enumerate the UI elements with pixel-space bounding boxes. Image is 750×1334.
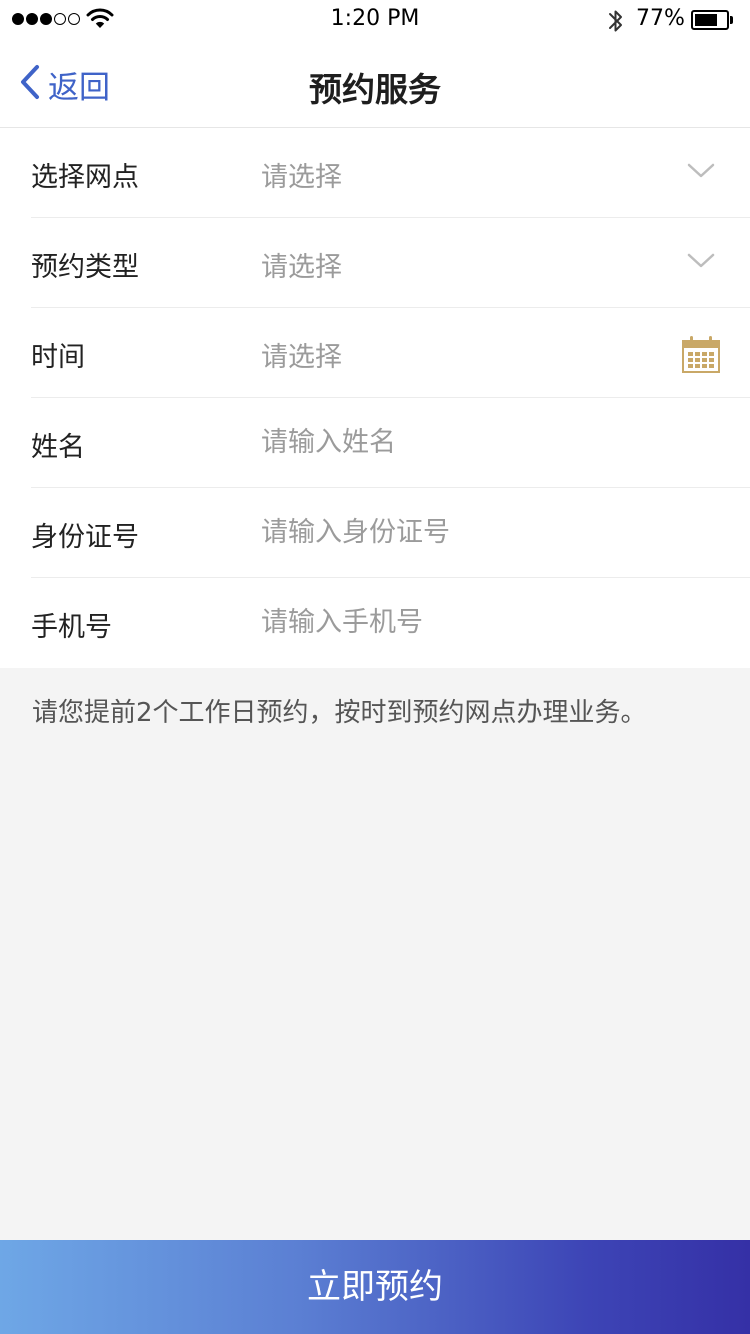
name-label: 姓名 [31, 432, 85, 463]
appointment-type-value: 请选择 [261, 252, 342, 283]
id-number-input[interactable] [261, 512, 731, 552]
phone-input[interactable] [261, 602, 731, 642]
status-bar: 1:20 PM 77% [0, 0, 750, 40]
time-select[interactable]: 时间 请选择 [31, 308, 750, 398]
name-input[interactable] [261, 422, 731, 462]
phone-label: 手机号 [31, 612, 112, 643]
id-number-label: 身份证号 [31, 522, 139, 553]
chevron-down-icon [687, 252, 715, 274]
battery-percentage: 77% [636, 6, 685, 31]
book-now-button[interactable]: 立即预约 [0, 1240, 750, 1334]
branch-select[interactable]: 选择网点 请选择 [31, 128, 750, 218]
time-value: 请选择 [261, 342, 342, 373]
appointment-type-label: 预约类型 [31, 252, 139, 283]
id-number-row: 身份证号 [31, 488, 750, 578]
page-title: 预约服务 [309, 70, 441, 109]
chevron-down-icon [687, 162, 715, 184]
phone-row: 手机号 [31, 578, 750, 668]
nav-bar: 返回 预约服务 [0, 40, 750, 128]
time-label: 时间 [31, 342, 85, 373]
name-row: 姓名 [31, 398, 750, 488]
branch-label: 选择网点 [31, 162, 139, 193]
appointment-type-select[interactable]: 预约类型 请选择 [31, 218, 750, 308]
branch-value: 请选择 [261, 162, 342, 193]
calendar-icon[interactable] [682, 335, 720, 377]
appointment-form: 选择网点 请选择 预约类型 请选择 时间 请选择 姓名 请输入姓名 身份证号 请… [0, 128, 750, 668]
battery-icon [691, 10, 733, 30]
bluetooth-icon [606, 7, 626, 39]
appointment-notice: 请您提前2个工作日预约，按时到预约网点办理业务。 [32, 698, 647, 728]
